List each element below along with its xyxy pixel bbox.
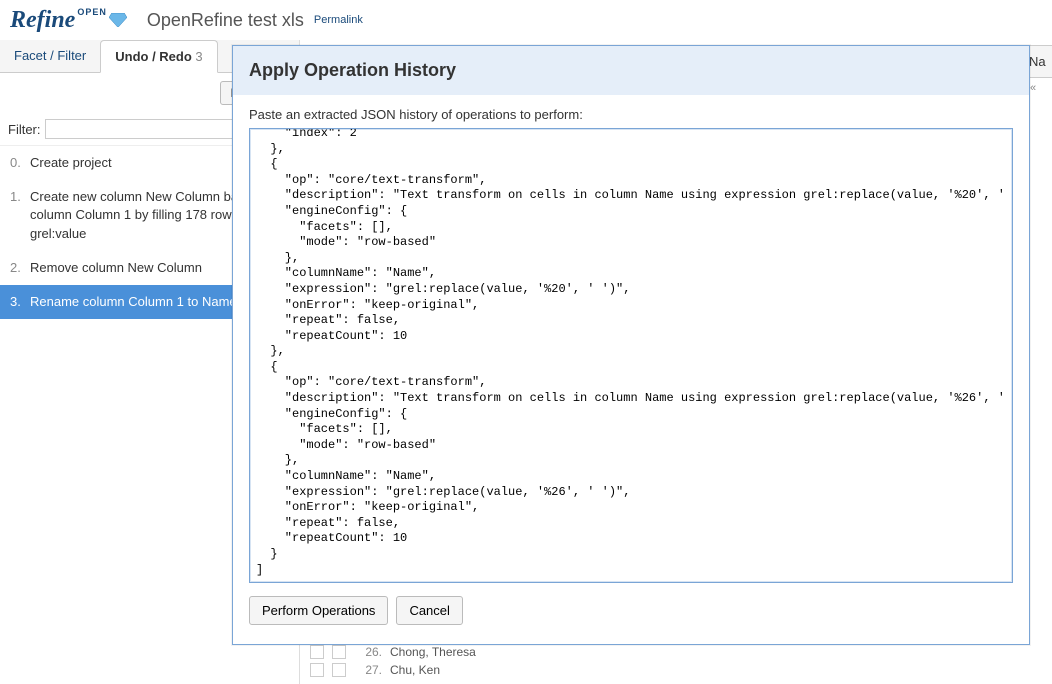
dialog-title: Apply Operation History: [233, 46, 1029, 95]
history-num: 3.: [10, 293, 21, 311]
dialog-body: Paste an extracted JSON history of opera…: [233, 95, 1029, 586]
row-number: 27.: [354, 663, 382, 677]
undo-count: 3: [195, 49, 202, 64]
logo[interactable]: Refine OPEN: [10, 7, 127, 34]
project-name: OpenRefine test xls: [147, 10, 304, 31]
row-name: Chong, Theresa: [390, 645, 476, 659]
tab-undo-label: Undo / Redo: [115, 49, 192, 64]
row-number: 26.: [354, 645, 382, 659]
dialog-instruction: Paste an extracted JSON history of opera…: [249, 107, 1013, 122]
app-header: Refine OPEN OpenRefine test xls Permalin…: [0, 0, 1052, 40]
filter-label: Filter:: [8, 122, 41, 137]
row-name: Chu, Ken: [390, 663, 440, 677]
flag-icon[interactable]: [332, 645, 346, 659]
dialog-footer: Perform Operations Cancel: [233, 586, 1029, 635]
history-text: Rename column Column 1 to Name: [30, 294, 237, 309]
star-icon[interactable]: [310, 663, 324, 677]
table-row: 27. Chu, Ken: [310, 661, 476, 679]
history-text: Create project: [30, 155, 112, 170]
json-history-textarea[interactable]: [249, 128, 1013, 583]
history-num: 1.: [10, 188, 21, 206]
permalink-link[interactable]: Permalink: [314, 14, 363, 26]
cancel-button[interactable]: Cancel: [396, 596, 462, 625]
table-row: 26. Chong, Theresa: [310, 643, 476, 661]
diamond-icon: [109, 13, 127, 27]
history-text: Remove column New Column: [30, 260, 202, 275]
logo-tag: OPEN: [77, 7, 107, 17]
history-num: 0.: [10, 154, 21, 172]
history-num: 2.: [10, 259, 21, 277]
star-icon[interactable]: [310, 645, 324, 659]
tab-undo-redo[interactable]: Undo / Redo 3: [100, 40, 217, 73]
flag-icon[interactable]: [332, 663, 346, 677]
tab-facet-filter[interactable]: Facet / Filter: [0, 40, 100, 72]
logo-text: Refine: [10, 7, 75, 34]
perform-operations-button[interactable]: Perform Operations: [249, 596, 388, 625]
apply-operation-dialog: Apply Operation History Paste an extract…: [232, 45, 1030, 645]
